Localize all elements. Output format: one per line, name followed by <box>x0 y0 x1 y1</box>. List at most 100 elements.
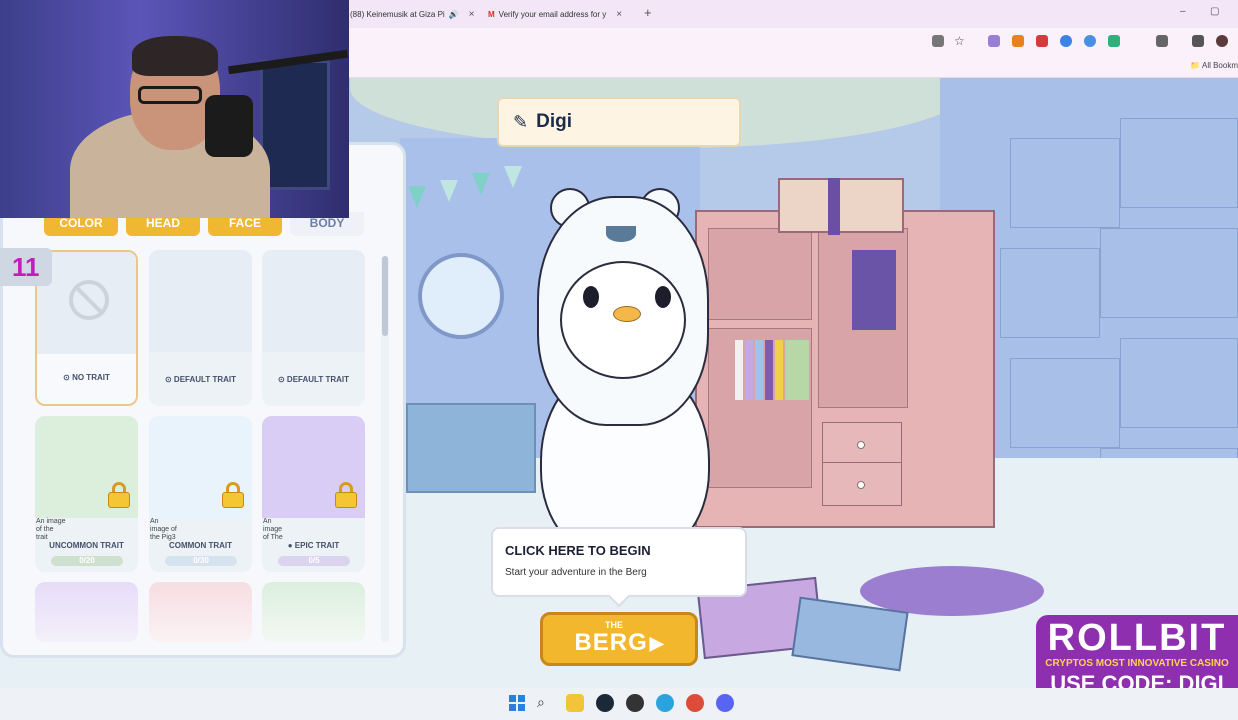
steam-icon[interactable] <box>596 694 614 712</box>
wall-tile <box>1010 138 1120 228</box>
search-icon[interactable]: ⌕ <box>537 694 555 712</box>
profile-avatar[interactable] <box>1216 35 1228 47</box>
counter-overlay: 11 <box>0 248 52 286</box>
trait-label: ⊙ NO TRAIT <box>63 373 110 382</box>
rollbit-logo: ROLLBIT <box>1047 617 1227 659</box>
penguin-eye <box>583 286 599 308</box>
wardrobe-shelf <box>708 228 812 320</box>
extension-icon[interactable] <box>988 35 1000 47</box>
hanging-shirt <box>765 340 773 400</box>
hanging-shirt <box>745 340 753 400</box>
trait-card-default[interactable]: ⊙ DEFAULT TRAIT <box>262 250 365 406</box>
trait-card[interactable] <box>35 582 138 642</box>
trait-label: ⊙ DEFAULT TRAIT <box>277 375 349 384</box>
reading-list-icon[interactable] <box>1192 35 1204 47</box>
trait-image <box>262 250 365 352</box>
drawer-knob <box>857 481 865 489</box>
all-bookmarks-link[interactable]: 📁 All Bookm <box>1190 61 1238 70</box>
tab-title: Verify your email address for y <box>498 9 607 19</box>
windows-start-icon[interactable] <box>509 695 525 711</box>
desk <box>406 403 536 493</box>
gmail-icon: M <box>488 9 495 19</box>
extensions-puzzle-icon[interactable] <box>1156 35 1168 47</box>
extension-icon[interactable] <box>1108 35 1120 47</box>
hood-nose <box>606 226 636 242</box>
hanging-shirt <box>785 340 809 400</box>
wall-tile <box>1010 358 1120 448</box>
lock-icon <box>222 482 244 508</box>
penguin-eye <box>655 286 671 308</box>
trait-card-epic[interactable]: ● EPIC TRAIT 0/5 <box>262 416 365 572</box>
minimize-button[interactable]: – <box>1180 6 1186 17</box>
gift-ribbon <box>828 178 840 235</box>
porthole-window <box>418 253 504 339</box>
broken-image-alt-text: An image of the trait <box>36 518 66 541</box>
character-name-box[interactable]: ✎ Digi <box>497 97 741 147</box>
lock-icon <box>108 482 130 508</box>
lock-icon <box>335 482 357 508</box>
hanging-shirt <box>735 340 743 400</box>
webcam-window <box>260 60 330 190</box>
extension-icon[interactable] <box>1036 35 1048 47</box>
berg-button-the: THE <box>605 620 623 630</box>
metamask-icon[interactable] <box>1012 35 1024 47</box>
trait-card-common[interactable]: COMMON TRAIT 0/30 <box>149 416 252 572</box>
wall-tile <box>1100 228 1238 318</box>
tab-title: (88) Keinemusik at Giza Pi <box>350 9 445 19</box>
bunting-flag <box>472 173 490 195</box>
chrome-icon[interactable] <box>686 694 704 712</box>
maximize-button[interactable]: ▢ <box>1210 6 1219 17</box>
penguin-beak <box>613 306 641 322</box>
trait-count: 0/5 <box>278 556 350 566</box>
begin-tooltip[interactable]: CLICK HERE TO BEGIN Start your adventure… <box>491 527 747 597</box>
berg-button-label: BERG <box>574 629 648 656</box>
tab-verify-email[interactable]: M Verify your email address for y × <box>488 4 622 24</box>
hanging-jacket <box>852 250 896 330</box>
bookmark-star-icon[interactable]: ☆ <box>954 35 966 47</box>
trait-card[interactable] <box>262 582 365 642</box>
trait-card-uncommon[interactable]: UNCOMMON TRAIT 0/20 <box>35 416 138 572</box>
wall-tile <box>1120 118 1238 208</box>
microphone <box>205 95 253 157</box>
windows-taskbar <box>0 688 1238 720</box>
wardrobe-drawer <box>822 422 902 466</box>
new-tab-button[interactable]: + <box>644 5 652 20</box>
scrollbar-thumb[interactable] <box>382 256 388 336</box>
telegram-icon[interactable] <box>656 694 674 712</box>
speaker-icon[interactable]: 🔊 <box>449 10 459 19</box>
discord-icon[interactable] <box>716 694 734 712</box>
pencil-icon[interactable]: ✎ <box>513 112 528 133</box>
webcam-overlay <box>0 0 349 218</box>
trait-card[interactable] <box>149 582 252 642</box>
app-icon[interactable] <box>626 694 644 712</box>
hanging-shirt <box>775 340 783 400</box>
rollbit-tagline: CRYPTOS MOST INNOVATIVE CASINO <box>1045 658 1229 669</box>
trait-card-default[interactable]: ⊙ DEFAULT TRAIT <box>149 250 252 406</box>
trait-label: ⊙ DEFAULT TRAIT <box>164 375 236 384</box>
broken-image-alt-text: An image of The <box>263 518 283 541</box>
trait-label: ● EPIC TRAIT <box>287 541 340 550</box>
trait-label: UNCOMMON TRAIT <box>49 541 124 550</box>
hanging-shirt <box>755 340 763 400</box>
install-icon[interactable] <box>932 35 944 47</box>
bunting-flag <box>440 180 458 202</box>
bunting-flag <box>504 166 522 188</box>
extension-icon[interactable] <box>1060 35 1072 47</box>
bunting-flag <box>408 186 426 208</box>
gift-box <box>778 178 904 235</box>
close-tab-icon[interactable]: × <box>469 9 475 20</box>
the-berg-button[interactable]: THE BERG ▶ <box>540 612 698 666</box>
trait-label: COMMON TRAIT <box>168 541 233 550</box>
tooltip-subtitle: Start your adventure in the Berg <box>505 567 647 578</box>
broken-image-alt-text: An image of the Pig3 <box>150 518 177 541</box>
close-tab-icon[interactable]: × <box>616 9 622 20</box>
wall-tile <box>1120 338 1238 428</box>
trait-image <box>149 250 252 352</box>
streamer-hair <box>132 36 218 76</box>
file-explorer-icon[interactable] <box>566 694 584 712</box>
streamer-glasses <box>138 86 202 104</box>
folder-icon: 📁 <box>1190 61 1202 70</box>
all-bookmarks-label: All Bookm <box>1201 61 1238 70</box>
tab-keinemusik[interactable]: (88) Keinemusik at Giza Pi 🔊 × <box>350 4 475 24</box>
extension-icon[interactable] <box>1084 35 1096 47</box>
